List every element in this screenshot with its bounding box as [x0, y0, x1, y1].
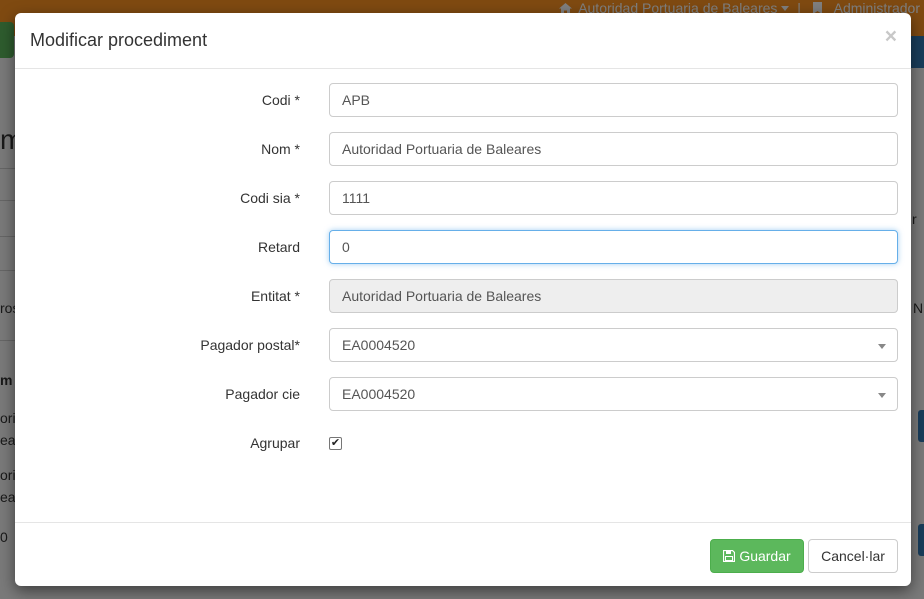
retard-input[interactable]: 0	[329, 230, 898, 264]
edit-procedure-modal: Modificar procediment × Codi * APB Nom *…	[15, 13, 911, 586]
form-group-codi-sia: Codi sia * 1111	[15, 181, 911, 215]
form-group-codi: Codi * APB	[15, 83, 911, 117]
pagador-postal-label: Pagador postal*	[200, 337, 300, 353]
modal-header: Modificar procediment ×	[15, 13, 911, 69]
form-group-agrupar: Agrupar ✔	[15, 426, 911, 460]
floppy-disk-icon	[723, 550, 736, 562]
codi-sia-label: Codi sia *	[240, 190, 300, 206]
modal-footer: Guardar Cancel·lar	[15, 522, 911, 586]
chevron-down-icon[interactable]	[878, 393, 886, 398]
retard-label: Retard	[257, 239, 300, 255]
pagador-cie-select[interactable]: EA0004520	[329, 377, 898, 411]
modal-title: Modificar procediment	[30, 30, 208, 50]
form-group-entitat: Entitat * Autoridad Portuaria de Baleare…	[15, 279, 911, 313]
pagador-cie-label: Pagador cie	[225, 386, 300, 402]
entitat-label: Entitat *	[250, 288, 300, 304]
entitat-input: Autoridad Portuaria de Baleares	[329, 279, 898, 313]
nom-input[interactable]: Autoridad Portuaria de Baleares	[329, 132, 898, 166]
pagador-postal-value: EA0004520	[342, 337, 416, 353]
pagador-cie-value: EA0004520	[342, 386, 416, 402]
form-group-nom: Nom * Autoridad Portuaria de Baleares	[15, 132, 911, 166]
nom-label: Nom *	[261, 141, 300, 157]
close-icon[interactable]: ×	[885, 26, 897, 47]
codi-sia-input[interactable]: 1111	[329, 181, 898, 215]
agrupar-checkbox[interactable]: ✔	[329, 437, 342, 450]
form-group-retard: Retard 0	[15, 230, 911, 264]
save-button-label: Guardar	[739, 548, 791, 564]
save-button[interactable]: Guardar	[710, 539, 804, 573]
form-group-pagador-cie: Pagador cie EA0004520	[15, 377, 911, 411]
form-group-pagador-postal: Pagador postal* EA0004520	[15, 328, 911, 362]
agrupar-label: Agrupar	[250, 435, 300, 451]
cancel-button[interactable]: Cancel·lar	[808, 539, 898, 573]
pagador-postal-select[interactable]: EA0004520	[329, 328, 898, 362]
codi-input[interactable]: APB	[329, 83, 898, 117]
chevron-down-icon[interactable]	[878, 344, 886, 349]
codi-label: Codi *	[261, 92, 300, 108]
